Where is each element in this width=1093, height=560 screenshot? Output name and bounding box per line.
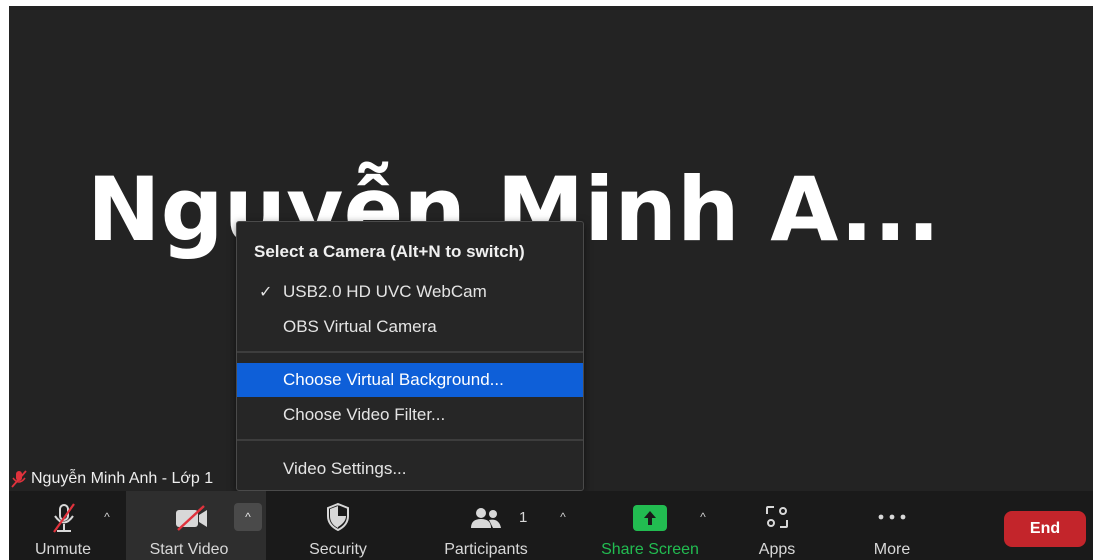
- check-icon: ✓: [259, 284, 273, 301]
- muted-mic-icon: [53, 503, 75, 533]
- security-label: Security: [309, 541, 367, 558]
- more-dots-icon: [878, 514, 906, 520]
- camera-option-label: OBS Virtual Camera: [283, 317, 437, 336]
- choose-virtual-background-item[interactable]: Choose Virtual Background...: [237, 363, 583, 397]
- menu-item-label: Choose Virtual Background...: [283, 370, 504, 389]
- unmute-button[interactable]: Unmute: [23, 491, 103, 560]
- video-settings-item[interactable]: Video Settings...: [237, 452, 583, 486]
- unmute-label: Unmute: [34, 541, 92, 558]
- end-meeting-button[interactable]: End: [1004, 511, 1086, 547]
- camera-menu: Select a Camera (Alt+N to switch) ✓ USB2…: [236, 221, 584, 491]
- camera-option-obs-virtual[interactable]: OBS Virtual Camera: [237, 310, 583, 344]
- share-screen-label: Share Screen: [601, 541, 699, 558]
- camera-menu-heading: Select a Camera (Alt+N to switch): [254, 242, 525, 261]
- menu-divider: [237, 351, 583, 353]
- choose-video-filter-item[interactable]: Choose Video Filter...: [237, 398, 583, 432]
- camera-option-label: USB2.0 HD UVC WebCam: [283, 282, 487, 301]
- arrow-up-icon: [644, 511, 656, 525]
- more-button[interactable]: More: [862, 491, 922, 560]
- apps-button[interactable]: Apps: [747, 491, 807, 560]
- menu-divider: [237, 439, 583, 441]
- video-options-caret[interactable]: ^: [234, 503, 262, 531]
- participant-name-label: Nguyễn Minh Anh - Lớp 1: [9, 467, 213, 491]
- security-button[interactable]: Security: [293, 491, 383, 560]
- participants-button[interactable]: 1 Participants: [436, 491, 536, 560]
- camera-option-usb-webcam[interactable]: ✓ USB2.0 HD UVC WebCam: [237, 275, 583, 309]
- audio-options-caret[interactable]: ^: [101, 511, 113, 523]
- start-video-label: Start Video: [149, 541, 229, 558]
- share-screen-icon: [633, 505, 667, 531]
- participant-name-text: Nguyễn Minh Anh - Lớp 1: [31, 470, 214, 487]
- share-screen-button[interactable]: Share Screen: [595, 491, 705, 560]
- participants-count: 1: [519, 509, 528, 526]
- participants-icon: [471, 508, 501, 528]
- apps-label: Apps: [758, 541, 796, 558]
- more-label: More: [873, 541, 911, 558]
- share-options-caret[interactable]: ^: [697, 511, 709, 523]
- participants-label: Participants: [444, 541, 528, 558]
- zoom-meeting-window: Nguyễn Minh A... Nguyễn Minh Anh - Lớp 1…: [9, 6, 1093, 560]
- video-off-icon: [176, 505, 207, 531]
- menu-item-label: Video Settings...: [283, 459, 407, 478]
- muted-mic-icon: [11, 470, 27, 488]
- meeting-toolbar: Unmute ^ Start Video ^ Security 1 Partic…: [9, 491, 1093, 560]
- participants-options-caret[interactable]: ^: [557, 511, 569, 523]
- apps-icon: [766, 506, 788, 528]
- menu-item-label: Choose Video Filter...: [283, 405, 446, 424]
- shield-icon: [327, 503, 349, 531]
- start-video-button[interactable]: Start Video: [139, 491, 239, 560]
